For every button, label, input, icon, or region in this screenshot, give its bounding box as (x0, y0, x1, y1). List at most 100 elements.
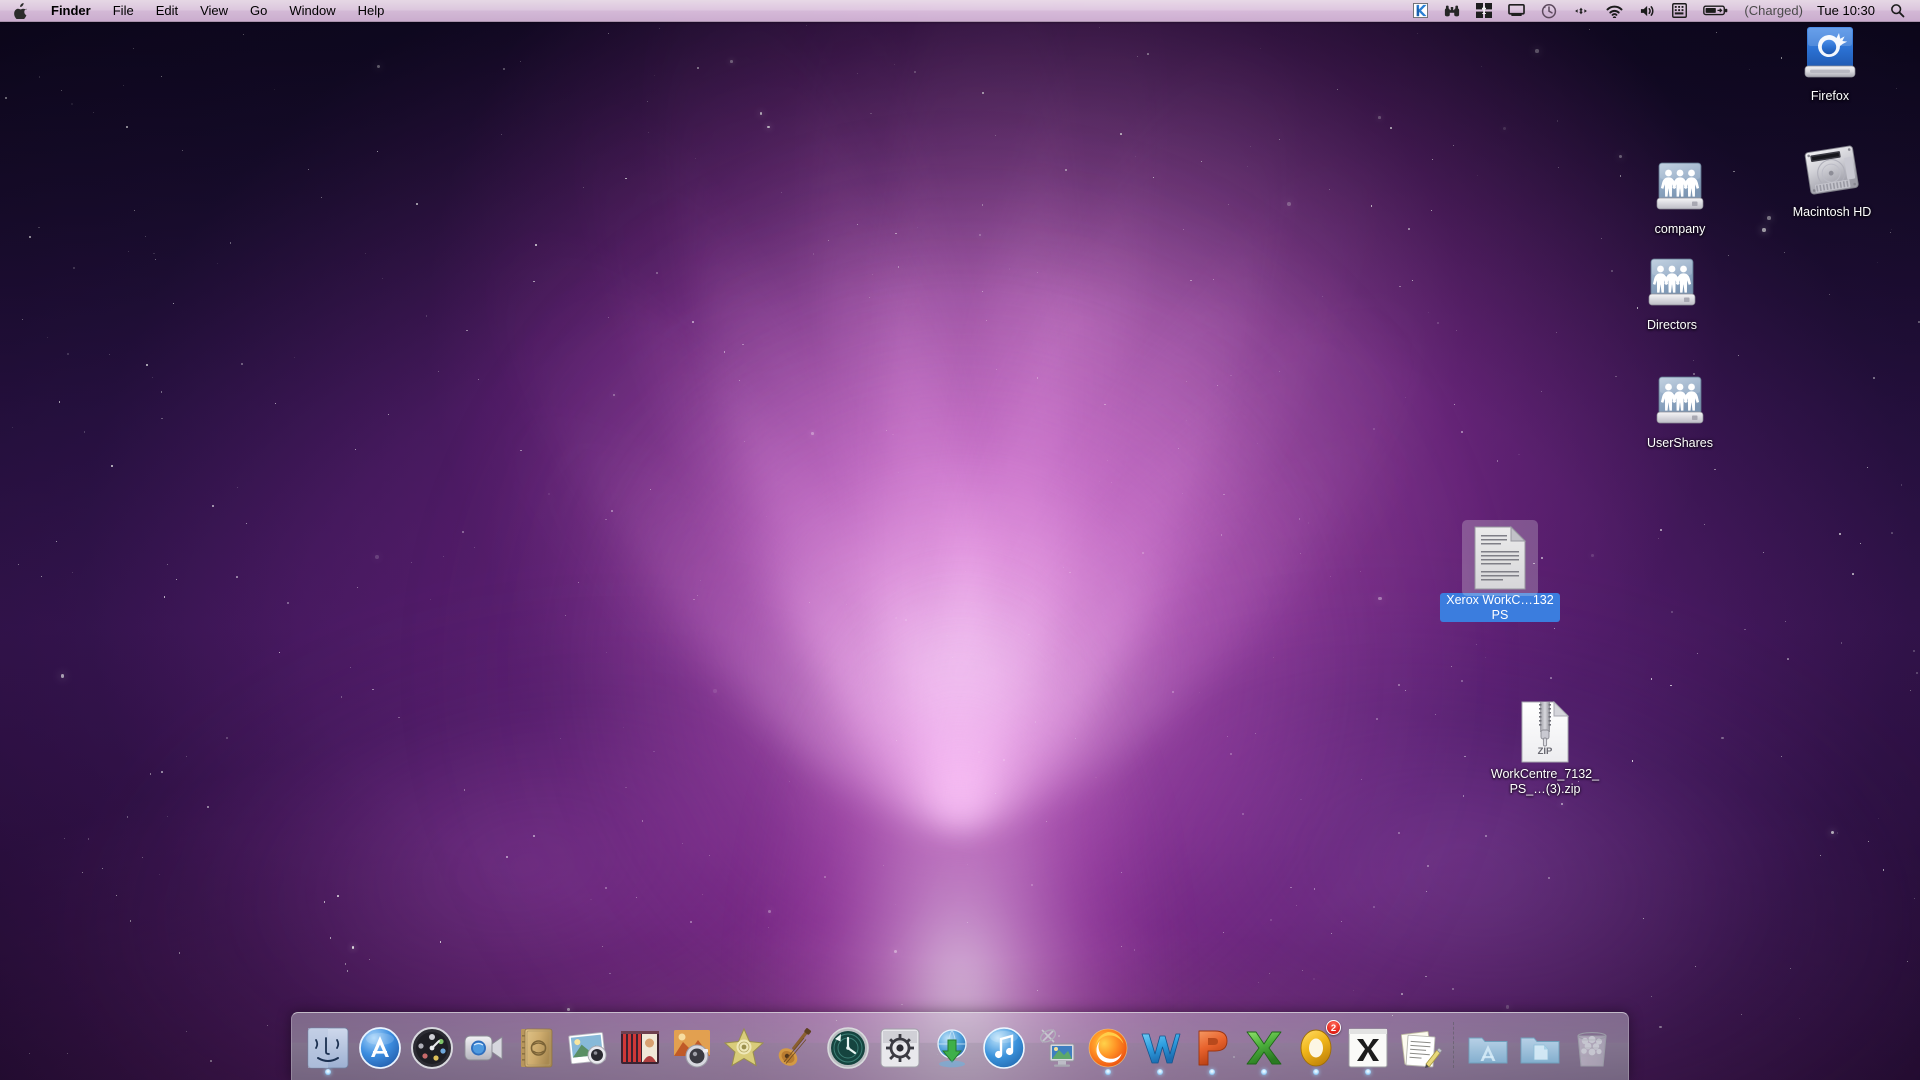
menu-bar[interactable]: Finder File Edit View Go Window Help (0, 0, 1920, 22)
kerio-connect-icon[interactable] (1406, 0, 1435, 21)
itunes-icon (982, 1026, 1026, 1070)
folder-apps-icon (1466, 1026, 1510, 1070)
dock-item-microsoft-outlook[interactable]: 2 (1292, 1022, 1340, 1070)
dock-item-documents-folder[interactable] (1516, 1022, 1564, 1070)
desktop-icon-label: Xerox WorkC…132 PS (1440, 593, 1560, 622)
dock-item-firefox[interactable] (1084, 1022, 1132, 1070)
volume-icon[interactable] (1633, 0, 1663, 21)
desktop-icon-macintosh-hd[interactable]: Macintosh HD (1770, 138, 1894, 220)
dock-item-stickies[interactable] (1396, 1022, 1444, 1070)
bluetooth-icon[interactable] (1566, 0, 1596, 21)
desktop-icon-usershares-share[interactable]: UserShares (1618, 369, 1742, 451)
garageband-icon (774, 1026, 818, 1070)
word-icon (1138, 1026, 1182, 1070)
stickies-icon (1398, 1026, 1442, 1070)
dock-item-address-book[interactable] (512, 1022, 560, 1070)
menu-bar-status-area: 1 (1406, 0, 1920, 21)
desktop-icon-company-share[interactable]: company (1618, 155, 1742, 237)
addressbook-icon (514, 1026, 558, 1070)
menu-bar-clock[interactable]: Tue 10:30 (1811, 3, 1881, 18)
apple-logo-icon[interactable] (0, 0, 40, 21)
dock-item-photo-booth[interactable] (668, 1022, 716, 1070)
dock-item-facetime[interactable] (460, 1022, 508, 1070)
desktop-icon-directors-share[interactable]: Directors (1610, 251, 1734, 333)
dock-item-applications-folder[interactable] (1464, 1022, 1512, 1070)
powerpoint-icon (1190, 1026, 1234, 1070)
menu-item-edit[interactable]: Edit (145, 0, 189, 21)
remotedesktop-icon (1034, 1026, 1078, 1070)
display-icon[interactable] (1501, 0, 1532, 21)
dashboard-icon (410, 1026, 454, 1070)
dock-item-app-store[interactable] (356, 1022, 404, 1070)
time-machine-icon[interactable] (1534, 0, 1564, 21)
facetime-icon (462, 1026, 506, 1070)
dock-item-dashboard[interactable] (408, 1022, 456, 1070)
menu-item-finder[interactable]: Finder (40, 0, 102, 21)
desktop-icon-workcentre-zip[interactable]: ZIP WorkCentre_7132_PS_…(3).zip (1483, 700, 1607, 796)
desktop-icon-label: WorkCentre_7132_PS_…(3).zip (1485, 767, 1605, 796)
dock-item-itunes[interactable] (980, 1022, 1028, 1070)
x11-icon (1346, 1026, 1390, 1070)
spotlight-search-icon[interactable] (1883, 0, 1912, 21)
menu-item-help[interactable]: Help (347, 0, 396, 21)
photobooth-icon (670, 1026, 714, 1070)
idvd-icon (722, 1026, 766, 1070)
dock-item-garageband[interactable] (772, 1022, 820, 1070)
dock-separator (1453, 1022, 1455, 1068)
document-icon (1468, 526, 1532, 590)
printer-queue-icon[interactable]: 1 (1469, 0, 1499, 21)
menu-item-view[interactable]: View (189, 0, 239, 21)
dock-item-system-preferences[interactable] (876, 1022, 924, 1070)
dock-item-finder[interactable] (304, 1022, 352, 1070)
dock-running-indicator (1157, 1069, 1163, 1075)
iphoto-icon (566, 1026, 610, 1070)
dock-item-download-manager[interactable] (928, 1022, 976, 1070)
battery-status-label[interactable]: (Charged) (1738, 3, 1809, 18)
excel-icon (1242, 1026, 1286, 1070)
dock-item-iphoto[interactable] (564, 1022, 612, 1070)
menu-item-file[interactable]: File (102, 0, 145, 21)
menu-item-window[interactable]: Window (278, 0, 346, 21)
dock[interactable]: 2 (291, 1012, 1629, 1080)
dock-running-indicator (325, 1069, 331, 1075)
battery-icon[interactable] (1696, 0, 1736, 21)
menu-bar-left: Finder File Edit View Go Window Help (0, 0, 395, 21)
desktop-icon-label: Firefox (1808, 89, 1852, 104)
netshare-icon (1648, 369, 1712, 433)
dock-item-idvd[interactable] (720, 1022, 768, 1070)
dock-item-imovie-theater[interactable] (616, 1022, 664, 1070)
dock-item-time-machine[interactable] (824, 1022, 872, 1070)
dock-item-x11[interactable] (1344, 1022, 1392, 1070)
netshare-icon (1640, 251, 1704, 315)
harddisk-icon (1800, 138, 1864, 202)
svg-text:ZIP: ZIP (1538, 746, 1553, 757)
dock-running-indicator (1209, 1069, 1215, 1075)
netshare-icon (1648, 155, 1712, 219)
dock-item-trash[interactable] (1568, 1022, 1616, 1070)
firefox-icon (1086, 1026, 1130, 1070)
dock-badge: 2 (1326, 1020, 1341, 1035)
desktop-icon-label: Directors (1644, 318, 1700, 333)
menu-item-go[interactable]: Go (239, 0, 278, 21)
desktop-icon-label: Macintosh HD (1790, 205, 1875, 220)
dock-running-indicator (1365, 1069, 1371, 1075)
desktop-icon-label: UserShares (1644, 436, 1716, 451)
dock-item-microsoft-powerpoint[interactable] (1188, 1022, 1236, 1070)
dock-running-indicator (1313, 1069, 1319, 1075)
dock-item-remote-desktop[interactable] (1032, 1022, 1080, 1070)
desktop-icon-xerox-ps-document[interactable]: Xerox WorkC…132 PS (1438, 526, 1562, 622)
input-source-icon[interactable] (1665, 0, 1694, 21)
dmg-firefox-icon (1798, 22, 1862, 86)
dock-item-microsoft-word[interactable] (1136, 1022, 1184, 1070)
dock-running-indicator (1105, 1069, 1111, 1075)
wifi-icon[interactable] (1598, 0, 1631, 21)
desktop-icon-firefox-disk[interactable]: Firefox (1768, 22, 1892, 104)
syspref-icon (878, 1026, 922, 1070)
timemachine-icon (826, 1026, 870, 1070)
zip-icon: ZIP (1513, 700, 1577, 764)
dock-item-microsoft-excel[interactable] (1240, 1022, 1288, 1070)
appstore-icon (358, 1026, 402, 1070)
binoculars-icon[interactable] (1437, 0, 1467, 21)
dock-running-indicator (1261, 1069, 1267, 1075)
trash-full-icon (1570, 1026, 1614, 1070)
